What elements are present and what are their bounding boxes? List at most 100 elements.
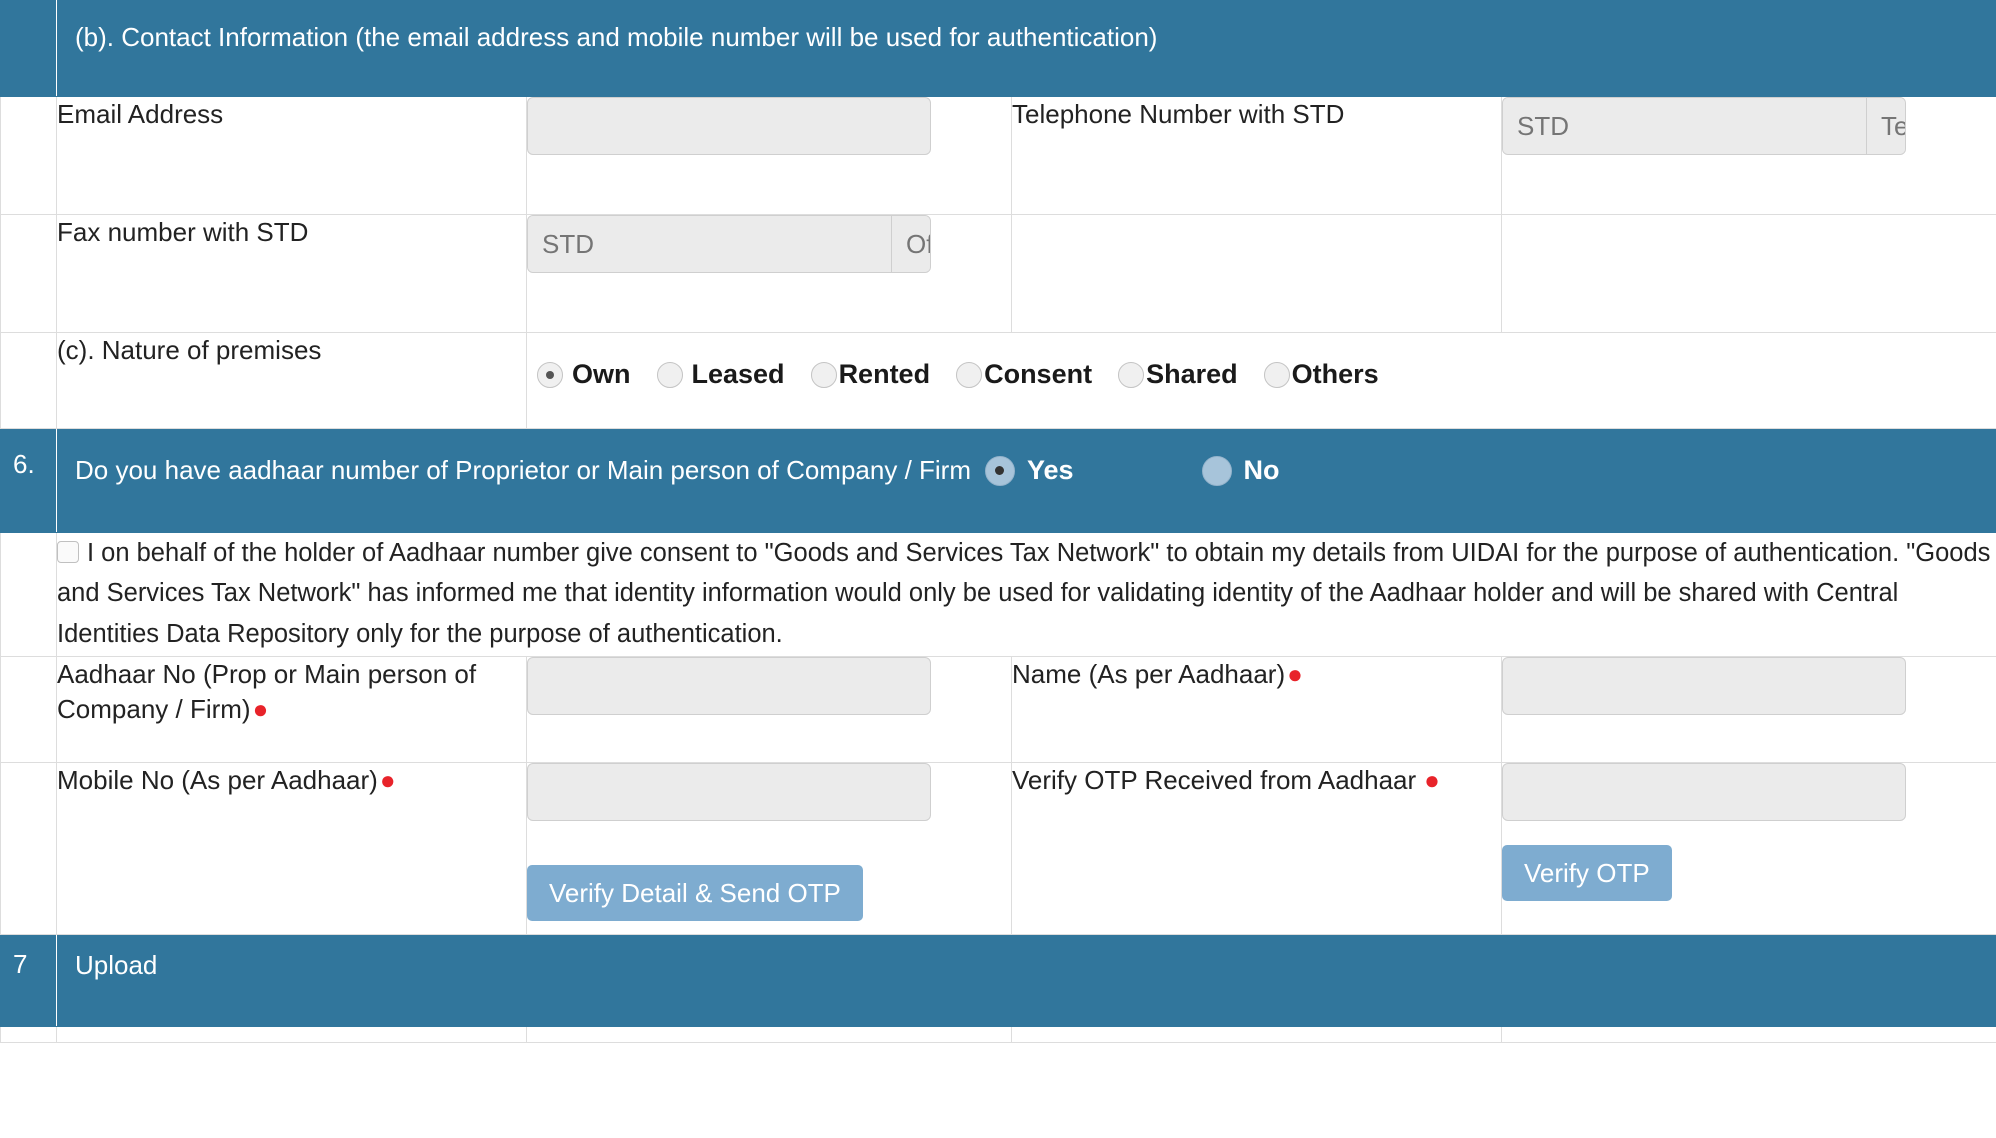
verify-otp-input[interactable] [1502, 763, 1906, 821]
aadhaar-question-inner: Do you have aadhaar number of Proprietor… [57, 429, 1996, 486]
aadhaar-consent-text: I on behalf of the holder of Aadhaar num… [57, 539, 1991, 648]
name-aadhaar-label-cell: Name (As per Aadhaar)● [1011, 656, 1502, 763]
row-nature-of-premises: (c). Nature of premises Own Leased Rente… [0, 332, 1996, 429]
row-number-blank-6 [0, 762, 57, 935]
section-title-contact: (b). Contact Information (the email addr… [75, 22, 1158, 52]
fax-row-empty-input-cell [1500, 214, 1996, 333]
telephone-number-label: Telephone Number with STD [1011, 96, 1502, 215]
email-address-label: Email Address [56, 96, 527, 215]
premises-option-consent-label: Consent [984, 359, 1093, 389]
section-header-contact-information: (b). Contact Information (the email addr… [0, 0, 1996, 97]
radio-own-icon[interactable] [537, 361, 563, 388]
premises-option-others[interactable]: Others [1263, 359, 1379, 390]
fax-input-cell [526, 214, 1012, 333]
radio-shared-icon[interactable] [1118, 361, 1145, 388]
row-mobile-verify-otp: Mobile No (As per Aadhaar)● Verify Detai… [0, 762, 1996, 935]
telephone-std-input[interactable] [1503, 98, 1866, 154]
email-address-input-cell [526, 96, 1012, 215]
premises-option-leased[interactable]: Leased [656, 359, 785, 390]
mobile-aadhaar-input-cell: Verify Detail & Send OTP [526, 762, 1012, 935]
name-aadhaar-required-icon: ● [1287, 659, 1303, 689]
radio-rented-icon[interactable] [810, 361, 837, 388]
verify-otp-received-label: Verify OTP Received from Aadhaar [1012, 765, 1417, 795]
aadhaar-option-yes[interactable]: Yes [984, 455, 1074, 486]
gst-registration-form-page: (b). Contact Information (the email addr… [0, 0, 1996, 1138]
telephone-input-cell [1500, 96, 1996, 215]
email-address-input[interactable] [527, 97, 931, 155]
aadhaar-option-no[interactable]: No [1201, 455, 1280, 486]
aadhaar-yes-no-group: Yes No [971, 455, 1280, 486]
fax-number-input[interactable] [891, 216, 930, 272]
verify-detail-send-otp-wrap: Verify Detail & Send OTP [527, 821, 1011, 921]
premises-option-others-label: Others [1291, 359, 1379, 389]
mobile-aadhaar-label-cell: Mobile No (As per Aadhaar)● [56, 762, 527, 935]
trailing-spacer-2 [526, 1026, 1012, 1043]
verify-otp-button-wrap: Verify OTP [1502, 821, 1996, 901]
premises-option-own-label: Own [572, 359, 631, 389]
section-number-contact-label [1, 1, 56, 21]
verify-otp-button[interactable]: Verify OTP [1502, 845, 1672, 901]
premises-option-own[interactable]: Own [537, 359, 631, 390]
fax-std-input[interactable] [528, 216, 891, 272]
row-number-blank-1 [0, 96, 57, 215]
row-aadhaar-no-name: Aadhaar No (Prop or Main person of Compa… [0, 656, 1996, 763]
radio-yes-icon[interactable] [984, 455, 1015, 486]
mobile-aadhaar-input[interactable] [527, 763, 931, 821]
trailing-spacer-1 [56, 1026, 527, 1043]
radio-others-icon[interactable] [1263, 361, 1290, 388]
premises-option-shared[interactable]: Shared [1118, 359, 1238, 390]
telephone-number-input[interactable] [1866, 98, 1905, 154]
row-number-blank-4 [0, 532, 57, 657]
row-trailing-spacer [0, 1026, 1996, 1043]
section-title-upload: Upload [75, 950, 158, 980]
mobile-aadhaar-required-icon: ● [379, 765, 396, 795]
premises-option-leased-label: Leased [691, 359, 785, 389]
section-header-upload: 7 Upload [0, 934, 1996, 1027]
nature-of-premises-label: (c). Nature of premises [56, 332, 527, 429]
name-aadhaar-input[interactable] [1502, 657, 1906, 715]
verify-otp-input-cell: Verify OTP [1500, 762, 1996, 935]
aadhaar-option-no-label: No [1243, 455, 1280, 485]
trailing-spacer-num [0, 1026, 57, 1043]
section-number-7-label: 7 [13, 949, 28, 979]
aadhaar-consent-checkbox[interactable] [57, 541, 79, 563]
section-number-6-cell: 6. [0, 428, 57, 533]
section-header-aadhaar-question: 6. Do you have aadhaar number of Proprie… [0, 428, 1996, 533]
mobile-aadhaar-label: Mobile No (As per Aadhaar) [57, 765, 378, 795]
radio-consent-icon[interactable] [956, 361, 983, 388]
verify-otp-label-cell: Verify OTP Received from Aadhaar ● [1011, 762, 1502, 935]
fax-input-group [527, 215, 931, 273]
row-number-blank-5 [0, 656, 57, 763]
section-number-6-label: 6. [13, 449, 35, 479]
registration-form-table: (b). Contact Information (the email addr… [0, 0, 1996, 1043]
nature-of-premises-radio-group: Own Leased Rented Consent Shared Others [527, 333, 1996, 390]
premises-option-rented-label: Rented [838, 359, 931, 389]
aadhaar-consent-cell: I on behalf of the holder of Aadhaar num… [55, 532, 1996, 657]
aadhaar-question-title: Do you have aadhaar number of Proprietor… [75, 455, 971, 485]
verify-otp-stack: Verify OTP [1502, 763, 1996, 901]
trailing-spacer-3 [1011, 1026, 1502, 1043]
name-aadhaar-input-cell [1500, 656, 1996, 763]
row-number-blank-3 [0, 332, 57, 429]
row-fax: Fax number with STD [0, 214, 1996, 333]
radio-no-icon[interactable] [1201, 455, 1232, 486]
aadhaar-no-label-cell: Aadhaar No (Prop or Main person of Compa… [56, 656, 527, 763]
premises-option-consent[interactable]: Consent [956, 359, 1092, 390]
row-aadhaar-consent: I on behalf of the holder of Aadhaar num… [0, 532, 1996, 657]
aadhaar-no-input[interactable] [527, 657, 931, 715]
fax-row-empty-label-cell [1011, 214, 1502, 333]
verify-otp-required-icon: ● [1424, 765, 1440, 795]
row-number-blank-2 [0, 214, 57, 333]
mobile-aadhaar-stack: Verify Detail & Send OTP [527, 763, 1011, 921]
section-title-upload-cell: Upload [55, 934, 1996, 1027]
premises-option-rented[interactable]: Rented [810, 359, 931, 390]
section-number-contact [0, 0, 57, 97]
aadhaar-question-cell: Do you have aadhaar number of Proprietor… [55, 428, 1996, 533]
row-email-telephone: Email Address Telephone Number with STD [0, 96, 1996, 215]
section-title-contact-cell: (b). Contact Information (the email addr… [55, 0, 1996, 97]
radio-leased-icon[interactable] [656, 361, 683, 388]
trailing-spacer-4 [1500, 1026, 1996, 1043]
nature-of-premises-options-cell: Own Leased Rented Consent Shared Others [525, 332, 1996, 429]
verify-detail-send-otp-button[interactable]: Verify Detail & Send OTP [527, 865, 863, 921]
aadhaar-option-yes-label: Yes [1026, 455, 1074, 485]
